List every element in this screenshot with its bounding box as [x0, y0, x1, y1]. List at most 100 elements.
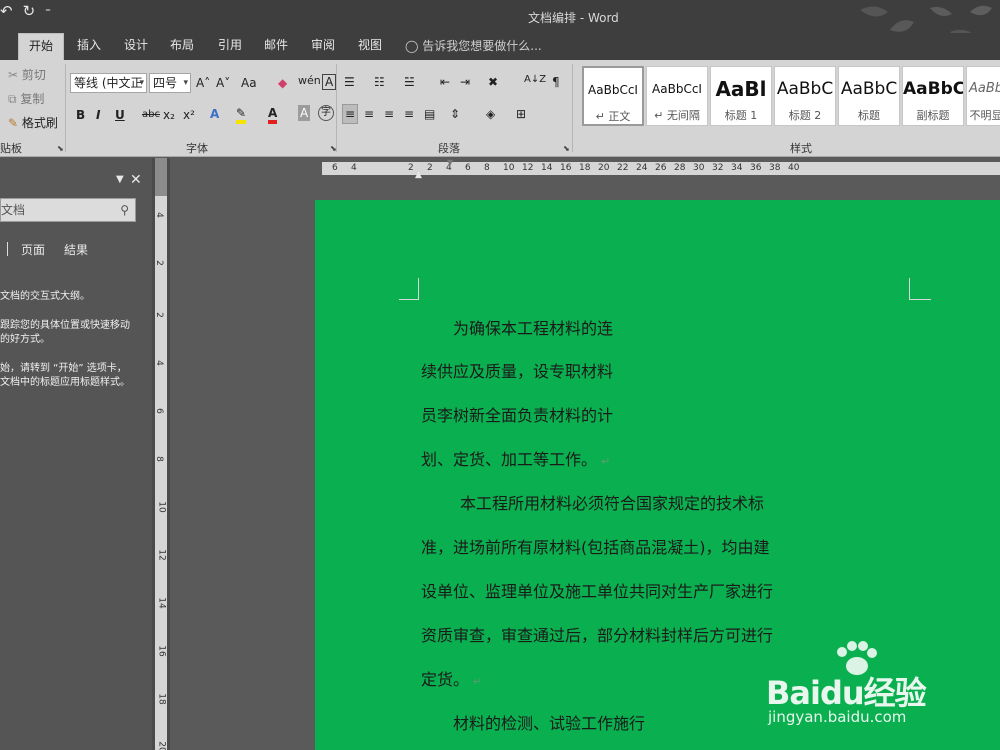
shading-icon[interactable]: ◈ [486, 105, 495, 123]
style-preview: AaBb [968, 81, 1000, 96]
font-name-combo[interactable]: 等线 (中文正 ▾ [70, 73, 147, 93]
tab-layout[interactable]: 布局 [162, 33, 202, 60]
copy-button[interactable]: ⧉ 复制 [8, 90, 44, 108]
ruler-tick-label: 2 [427, 163, 433, 173]
style-preview: AaBbCcI [652, 82, 702, 96]
tab-insert[interactable]: 插入 [70, 33, 108, 60]
asian-layout-icon[interactable]: ✖ [488, 73, 498, 91]
font-color-button[interactable]: A [268, 104, 278, 124]
style-subtle-emphasis[interactable]: AaBb 不明显 [966, 66, 1000, 126]
search-icon[interactable]: ⚲ [120, 199, 129, 221]
ruler-tick-label: 30 [693, 163, 705, 173]
style-preview: AaBl [715, 77, 767, 101]
pane-options-icon[interactable]: ▼ [116, 174, 124, 185]
indent-marker-icon[interactable]: ▲ [415, 170, 422, 180]
char-border-button[interactable]: A [322, 74, 337, 90]
bold-button[interactable]: B [76, 106, 85, 124]
tab-mailings[interactable]: 邮件 [256, 33, 296, 60]
nav-search-input[interactable]: 文档 ⚲ [0, 198, 136, 222]
clipboard-launcher-icon[interactable]: ⬊ [57, 144, 64, 153]
paragraph-launcher-icon[interactable]: ⬊ [563, 144, 570, 153]
phonetic-guide-button[interactable]: wén [298, 72, 321, 90]
style-normal[interactable]: AaBbCcI ↵ 正文 [582, 66, 644, 126]
ribbon-tabs: 开始 插入 设计 布局 引用 邮件 审阅 视图 ◯ 告诉我您想要做什么... [0, 33, 1000, 60]
paragraph-line: 划、定货、加工等工作。 ↵ [421, 446, 610, 470]
tab-design[interactable]: 设计 [116, 33, 156, 60]
ruler-tick-label: 8 [153, 456, 164, 462]
grow-font-button[interactable]: A˄ [196, 74, 210, 92]
nav-tab-results[interactable]: 結果 [64, 241, 88, 258]
line-spacing-icon[interactable]: ⇕ [450, 105, 460, 123]
nav-help-text: 始，请转到 “开始” 选项卡， [0, 363, 127, 374]
align-right-icon[interactable]: ≡ [384, 105, 394, 123]
char-shading-button[interactable]: A [298, 105, 311, 121]
undo-icon[interactable]: ↶ [0, 2, 13, 20]
ruler-margin [155, 158, 167, 196]
shrink-font-button[interactable]: A˅ [216, 74, 230, 92]
style-preview: AaBbCcI [588, 83, 638, 97]
style-title[interactable]: AaBbC 标题 [838, 66, 900, 126]
copy-icon: ⧉ [8, 92, 17, 106]
style-name: 标题 2 [788, 109, 822, 122]
tab-review[interactable]: 审阅 [303, 33, 343, 60]
change-case-button[interactable]: Aa [241, 74, 257, 92]
watermark-url: jingyan.baidu.com [768, 708, 907, 726]
cut-button[interactable]: ✂ 剪切 [8, 66, 46, 84]
vertical-ruler[interactable]: 4 2 2 4 6 8 10 12 14 16 18 20 [152, 158, 170, 750]
sort-button[interactable]: A↓Z [524, 71, 546, 89]
enclose-char-button[interactable]: 字 [318, 105, 334, 121]
ruler-tick-label: 34 [731, 163, 743, 173]
style-name: 副标题 [916, 109, 950, 122]
borders-icon[interactable]: ⊞ [516, 105, 526, 123]
tell-me-box[interactable]: ◯ 告诉我您想要做什么... [405, 33, 542, 60]
increase-indent-icon[interactable]: ⇥ [460, 73, 470, 91]
ruler-tick-label: 20 [156, 741, 167, 750]
customize-qat-icon[interactable]: ⁼ [45, 5, 51, 20]
clear-format-icon[interactable]: ◆ [278, 74, 287, 92]
text-effects-icon[interactable]: A [210, 105, 219, 123]
tab-home[interactable]: 开始 [18, 33, 64, 60]
paragraph-line: 资质审查，审查通过后，部分材料封样后方可进行 [421, 626, 774, 645]
paragraph-line: 定货。 ↵ [421, 666, 482, 690]
paragraph-line: 员李树新全面负责材料的计 [421, 406, 614, 425]
align-left-icon[interactable]: ≡ [342, 104, 359, 124]
nav-tab-pages[interactable]: 页面 [21, 241, 45, 258]
style-heading-1[interactable]: AaBl 标题 1 [710, 66, 772, 126]
nav-help-text: 跟踪您的具体位置或快速移动 [0, 320, 130, 331]
format-painter-button[interactable]: ✎ 格式刷 [8, 114, 58, 132]
strikethrough-button[interactable]: abc [142, 106, 160, 124]
nav-search-placeholder: 文档 [1, 203, 26, 217]
show-marks-icon[interactable]: ¶ [552, 73, 560, 91]
ruler-tick-label: 4 [153, 360, 164, 366]
highlight-button[interactable]: ✎ [236, 104, 247, 124]
multilevel-list-icon[interactable]: ☱ [404, 73, 415, 91]
styles-gallery: AaBbCcI ↵ 正文 AaBbCcI ↵ 无间隔 AaBl 标题 1 AaB… [578, 66, 1000, 128]
style-subtitle[interactable]: AaBbC 副标题 [902, 66, 964, 126]
bullets-icon[interactable]: ☰ [344, 73, 355, 91]
ribbon-divider [336, 64, 337, 152]
distributed-icon[interactable]: ▤ [424, 105, 435, 123]
style-heading-2[interactable]: AaBbC 标题 2 [774, 66, 836, 126]
underline-button[interactable]: U [115, 106, 125, 124]
subscript-button[interactable]: x₂ [163, 106, 175, 124]
style-no-spacing[interactable]: AaBbCcI ↵ 无间隔 [646, 66, 708, 126]
horizontal-ruler[interactable]: ∟ 64224681012141618202224262830323436384… [152, 158, 1000, 180]
first-indent-marker-icon[interactable]: ▼ [447, 158, 453, 167]
ruler-tick-label: 4 [153, 212, 164, 218]
tab-references[interactable]: 引用 [210, 33, 250, 60]
font-size-combo[interactable]: 四号 ▾ [149, 73, 191, 93]
numbering-icon[interactable]: ☷ [374, 73, 385, 91]
align-center-icon[interactable]: ≡ [364, 105, 374, 123]
brush-icon: ✎ [8, 116, 19, 130]
nav-help-text: 的好方式。 [0, 334, 50, 345]
tell-me-text: 告诉我您想要做什么... [422, 39, 542, 53]
ruler-tick-label: 14 [541, 163, 553, 173]
close-icon[interactable]: ✕ [130, 172, 142, 188]
italic-button[interactable]: I [96, 106, 100, 124]
superscript-button[interactable]: x² [183, 106, 195, 124]
tab-view[interactable]: 视图 [350, 33, 390, 60]
decrease-indent-icon[interactable]: ⇤ [440, 73, 450, 91]
justify-icon[interactable]: ≡ [404, 105, 414, 123]
clipboard-group-label: 贴板 [0, 142, 22, 155]
redo-icon[interactable]: ↻ [23, 2, 36, 20]
